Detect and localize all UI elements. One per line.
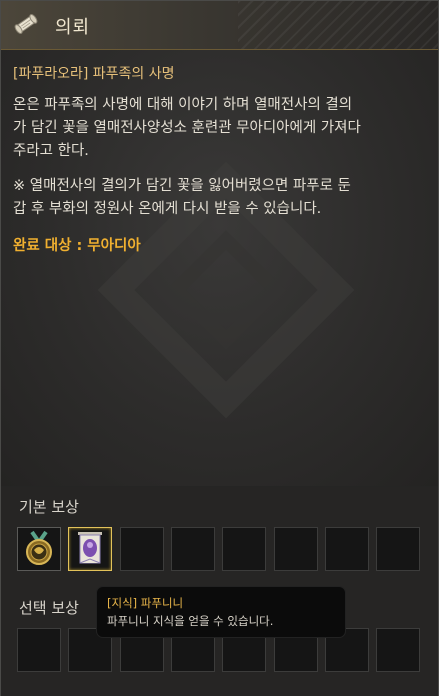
- description-line: 주라고 한다.: [13, 143, 89, 159]
- choice-reward-slot[interactable]: [17, 628, 61, 672]
- choice-reward-label: 선택 보상: [19, 599, 79, 617]
- title-bar-pattern: [238, 1, 438, 49]
- description-line: 가 담긴 꽃을 열매전사양성소 훈련관 무아디아에게 가져다: [13, 120, 361, 136]
- basic-reward-slot[interactable]: [274, 527, 318, 571]
- quest-content: [파푸라오라] 파푸족의 사명 온은 파푸족의 사명에 대해 이야기 하며 열매…: [1, 50, 438, 486]
- quest-note: ※ 열매전사의 결의가 담긴 꽃을 잃어버렸으면 파푸로 둔 갑 후 부화의 정…: [13, 175, 433, 221]
- basic-reward-slot[interactable]: [68, 527, 112, 571]
- quest-name: [파푸라오라] 파푸족의 사명: [13, 66, 175, 82]
- tooltip-title: [지식] 파푸니니: [107, 596, 184, 610]
- description-line: 온은 파푸족의 사명에 대해 이야기 하며 열매전사의 결의: [13, 97, 353, 113]
- basic-reward-label: 기본 보상: [19, 498, 79, 516]
- note-line: ※ 열매전사의 결의가 담긴 꽃을 잃어버렸으면 파푸로 둔: [13, 178, 351, 194]
- quest-description: 온은 파푸족의 사명에 대해 이야기 하며 열매전사의 결의 가 담긴 꽃을 열…: [13, 94, 433, 163]
- completion-target: 완료 대상 : 무아디아: [13, 238, 141, 254]
- basic-reward-slot[interactable]: [171, 527, 215, 571]
- basic-reward-slot[interactable]: [222, 527, 266, 571]
- medal-icon: [26, 530, 52, 565]
- quest-window: 의뢰 [파푸라오라] 파푸족의 사명 온은 파푸족의 사명에 대해 이야기 하며…: [0, 0, 439, 696]
- tooltip-body: 파푸니니 지식을 얻을 수 있습니다.: [107, 614, 274, 628]
- note-line: 갑 후 부화의 정원사 온에게 다시 받을 수 있습니다.: [13, 201, 322, 217]
- basic-reward-slot[interactable]: [17, 527, 61, 571]
- title-bar[interactable]: 의뢰: [1, 1, 438, 50]
- basic-reward-slot[interactable]: [120, 527, 164, 571]
- knowledge-banner-icon: [78, 532, 102, 564]
- basic-reward-slot[interactable]: [376, 527, 420, 571]
- item-tooltip: [지식] 파푸니니 파푸니니 지식을 얻을 수 있습니다.: [96, 586, 346, 638]
- scroll-icon: [14, 13, 38, 35]
- choice-reward-slot[interactable]: [376, 628, 420, 672]
- basic-reward-slot[interactable]: [325, 527, 369, 571]
- window-title: 의뢰: [55, 17, 91, 38]
